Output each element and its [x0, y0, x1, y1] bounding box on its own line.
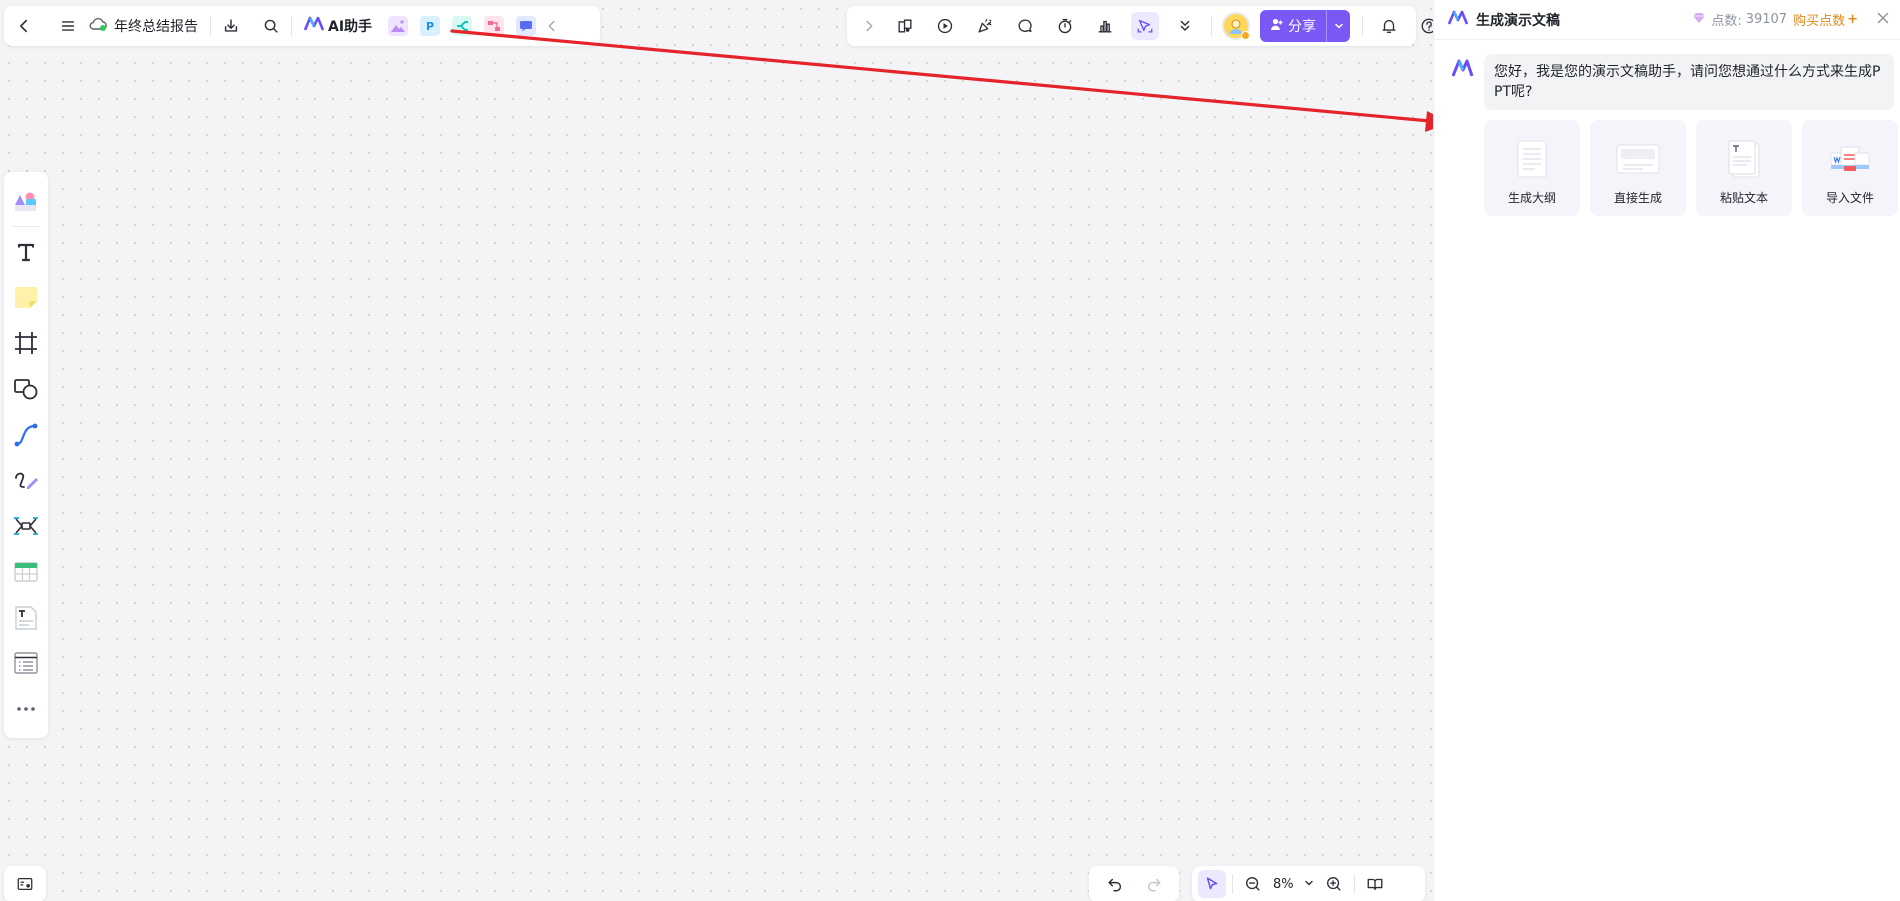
minimap-icon[interactable]: [11, 870, 39, 898]
ai-assistant-button[interactable]: AI助手: [298, 12, 378, 40]
ai-flowchart-icon[interactable]: [484, 16, 505, 36]
panel-header: 生成演示文稿 点数: 39107 购买点数 +: [1434, 0, 1900, 40]
timer-icon[interactable]: [1051, 12, 1079, 40]
collapse-left-icon[interactable]: [542, 12, 562, 40]
more-tools-icon[interactable]: [8, 692, 44, 726]
history-toolbar: [1089, 866, 1179, 901]
zoom-in-icon[interactable]: [1320, 870, 1348, 898]
chevron-down-icon: [1304, 877, 1314, 892]
option-import-file[interactable]: 导入文件: [1802, 120, 1898, 216]
option-label: 直接生成: [1613, 191, 1662, 205]
gem-icon: [1691, 12, 1707, 28]
assistant-message: 您好，我是您的演示文稿助手，请问您想通过什么方式来生成PPT呢?: [1434, 40, 1900, 110]
celebrate-icon[interactable]: [971, 12, 999, 40]
templates-icon[interactable]: [891, 12, 919, 40]
status-dot: [1241, 31, 1250, 40]
paste-text-icon: [1728, 140, 1760, 178]
share-label: 分享: [1288, 19, 1316, 35]
pen-tool-icon[interactable]: [8, 463, 44, 497]
left-tool-palette: [4, 172, 48, 738]
user-avatar[interactable]: [1222, 12, 1250, 40]
add-user-icon: [1270, 17, 1284, 35]
text-card-icon[interactable]: [8, 601, 44, 635]
undo-icon[interactable]: [1101, 870, 1129, 898]
table-tool-icon[interactable]: [8, 555, 44, 589]
assistant-avatar-icon: [1450, 56, 1474, 80]
follow-cursor-icon[interactable]: [1131, 12, 1159, 40]
points-balance: 点数: 39107: [1691, 10, 1787, 29]
option-paste-text[interactable]: 粘贴文本: [1696, 120, 1792, 216]
assistant-greeting: 您好，我是您的演示文稿助手，请问您想通过什么方式来生成PPT呢?: [1484, 54, 1894, 110]
zoom-level-value: 8%: [1273, 876, 1294, 892]
slide-generate-icon: [1616, 144, 1660, 174]
points-value: 39107: [1745, 12, 1788, 27]
vote-icon[interactable]: [1091, 12, 1119, 40]
bell-icon[interactable]: [1375, 12, 1403, 40]
buy-points-link[interactable]: 购买点数 +: [1793, 10, 1858, 29]
outline-doc-icon: [1517, 140, 1547, 178]
mindmap-tool-icon[interactable]: [8, 509, 44, 543]
option-label: 导入文件: [1825, 191, 1874, 205]
ai-mindmap-icon[interactable]: [452, 16, 473, 36]
document-title-text: 年终总结报告: [114, 19, 198, 35]
sticky-note-icon[interactable]: [8, 280, 44, 314]
search-icon[interactable]: [257, 12, 285, 40]
buy-plus-label: +: [1847, 12, 1858, 27]
share-button-group: 分享: [1260, 10, 1350, 42]
document-title[interactable]: 年终总结报告: [88, 16, 198, 36]
expand-right-icon[interactable]: [859, 12, 879, 40]
comment-icon[interactable]: [1011, 12, 1039, 40]
material-library-icon[interactable]: [8, 184, 44, 218]
present-play-icon[interactable]: [931, 12, 959, 40]
buy-points-label: 购买点数: [1793, 14, 1846, 29]
top-right-toolbar: 分享: [847, 6, 1437, 46]
book-guide-icon[interactable]: [1361, 870, 1389, 898]
redo-icon[interactable]: [1140, 870, 1168, 898]
zoom-level-select[interactable]: 8%: [1267, 877, 1320, 892]
close-icon[interactable]: [1876, 11, 1890, 29]
option-label: 生成大纲: [1507, 191, 1556, 205]
share-button[interactable]: 分享: [1260, 10, 1326, 42]
presentation-generator-panel: 生成演示文稿 点数: 39107 购买点数 + 您好，我是您的演示文稿助手，请问…: [1433, 0, 1900, 901]
ai-ppt-icon[interactable]: P: [420, 16, 441, 36]
zoom-toolbar: 8%: [1192, 866, 1425, 901]
text-tool-icon[interactable]: [8, 235, 44, 269]
ai-logo-icon: [303, 16, 325, 36]
option-generate-outline[interactable]: 生成大纲: [1484, 120, 1580, 216]
points-label: 点数:: [1711, 14, 1742, 29]
connector-tool-icon[interactable]: [8, 418, 44, 452]
option-label: 粘贴文本: [1719, 191, 1768, 205]
cloud-saved-icon: [88, 16, 108, 36]
ai-logo-icon: [1447, 10, 1469, 30]
import-file-icon: [1830, 146, 1870, 171]
ai-chat-icon[interactable]: [516, 16, 537, 36]
ai-image-icon[interactable]: [388, 16, 409, 36]
menu-icon[interactable]: [54, 12, 82, 40]
generation-options: 生成大纲 直接生成 粘贴文本 导入文件: [1434, 110, 1900, 216]
share-dropdown-icon[interactable]: [1326, 10, 1350, 42]
list-tool-icon[interactable]: [8, 646, 44, 680]
option-direct-generate[interactable]: 直接生成: [1590, 120, 1686, 216]
top-left-toolbar: 年终总结报告 AI助手 P: [4, 6, 600, 46]
select-pointer-icon[interactable]: [1198, 870, 1226, 898]
ai-assistant-label: AI助手: [328, 19, 373, 35]
panel-title: 生成演示文稿: [1476, 12, 1560, 29]
download-icon[interactable]: [217, 12, 245, 40]
zoom-out-icon[interactable]: [1239, 870, 1267, 898]
shape-tool-icon[interactable]: [8, 372, 44, 406]
more-expand-icon[interactable]: [1171, 12, 1199, 40]
whiteboard-canvas[interactable]: [0, 0, 1433, 901]
frame-tool-icon[interactable]: [8, 326, 44, 360]
back-icon[interactable]: [10, 12, 38, 40]
bottom-left-toolbar: [4, 866, 46, 901]
